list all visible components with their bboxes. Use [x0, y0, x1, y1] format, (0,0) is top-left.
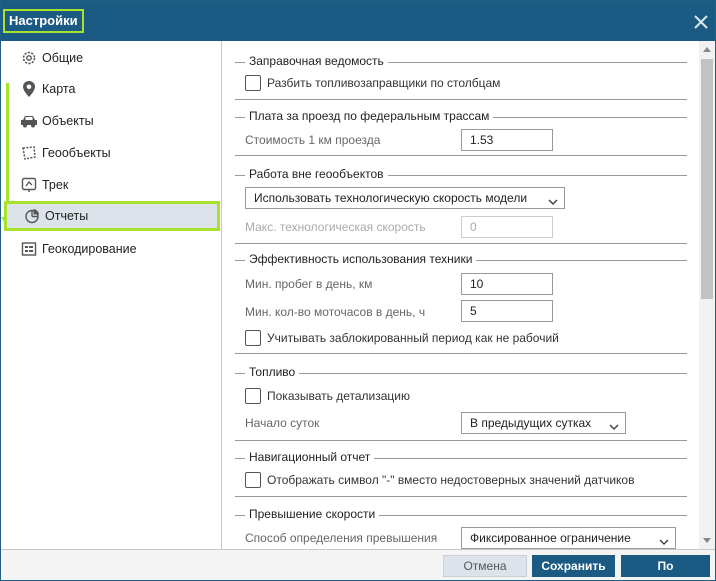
sidebar-item-geocoding[interactable]: Геокодирование	[4, 234, 220, 264]
sidebar-item-label: Трек	[42, 178, 69, 192]
toll-cost-input[interactable]: 1.53	[461, 129, 553, 151]
sidebar-item-label: Карта	[42, 82, 76, 96]
sidebar-item-label: Объекты	[42, 114, 94, 128]
section-efficiency: Эффективность использования техники Мин.…	[235, 252, 687, 354]
section-refuel: Заправочная ведомость Разбить топливозап…	[235, 54, 687, 100]
speeding-method-label: Способ определения превышения	[245, 531, 438, 545]
sidebar-item-label: Геокодирование	[42, 242, 137, 256]
scroll-up-icon[interactable]	[703, 47, 711, 52]
map-pin-icon	[20, 80, 38, 98]
default-button[interactable]: По умолчанию	[621, 555, 710, 581]
cancel-button[interactable]: Отмена	[443, 555, 527, 577]
speeding-method-select[interactable]: Фиксированное ограничение	[461, 527, 676, 549]
gear-icon	[20, 49, 38, 67]
scrollbar-thumb[interactable]	[701, 59, 713, 299]
sidebar-item-reports[interactable]: Отчеты	[4, 201, 220, 231]
settings-window: Настройки Общие Карта Объекты Геообъекты…	[0, 0, 716, 581]
select-value: Использовать технологическую скорость мо…	[254, 191, 528, 205]
close-icon[interactable]	[693, 14, 709, 30]
sidebar-item-general[interactable]: Общие	[4, 43, 220, 73]
section-title: Заправочная ведомость	[245, 54, 388, 68]
vertical-scrollbar[interactable]	[699, 41, 715, 549]
scroll-down-icon[interactable]	[703, 538, 711, 543]
select-value: В предыдущих сутках	[470, 416, 592, 430]
checkbox-label: Показывать детализацию	[267, 389, 410, 403]
split-refuelers-checkbox[interactable]: Разбить топливозаправщики по столбцам	[245, 75, 500, 91]
chevron-down-icon	[548, 193, 558, 213]
select-value: Фиксированное ограничение	[470, 531, 631, 545]
sidebar-item-objects[interactable]: Объекты	[4, 106, 220, 136]
geofence-icon	[20, 144, 38, 162]
section-title: Эффективность использования техники	[245, 252, 477, 266]
min-hours-input[interactable]: 5	[461, 300, 553, 322]
checkbox[interactable]	[245, 388, 261, 404]
section-fuel: Топливо Показывать детализацию Начало су…	[235, 365, 687, 441]
checkbox-label: Отображать символ "-" вместо недостоверн…	[267, 473, 635, 487]
checkbox[interactable]	[245, 330, 261, 346]
section-nav-report: Навигационный отчет Отображать символ "-…	[235, 450, 687, 497]
speed-mode-select[interactable]: Использовать технологическую скорость мо…	[245, 187, 565, 209]
min-mileage-label: Мин. пробег в день, км	[245, 277, 373, 291]
section-title: Плата за проезд по федеральным трассам	[245, 109, 494, 123]
show-detail-checkbox[interactable]: Показывать детализацию	[245, 388, 410, 404]
sidebar-item-label: Отчеты	[45, 209, 89, 223]
chevron-down-icon	[659, 533, 669, 549]
window-title: Настройки	[3, 9, 84, 33]
sidebar-item-geoobjects[interactable]: Геообъекты	[4, 138, 220, 168]
invalid-symbol-checkbox[interactable]: Отображать символ "-" вместо недостоверн…	[245, 472, 634, 488]
section-speeding: Превышение скорости Способ определения п…	[235, 507, 687, 549]
chevron-down-icon	[609, 418, 619, 438]
car-icon	[20, 112, 38, 130]
checkbox[interactable]	[245, 75, 261, 91]
save-button[interactable]: Сохранить	[532, 555, 615, 577]
min-mileage-input[interactable]: 10	[461, 273, 553, 295]
min-hours-label: Мин. кол-во моточасов в день, ч	[245, 305, 426, 319]
section-toll: Плата за проезд по федеральным трассам С…	[235, 109, 687, 156]
settings-content: Заправочная ведомость Разбить топливозап…	[223, 41, 699, 549]
pie-chart-icon	[23, 207, 41, 225]
section-title: Топливо	[245, 365, 300, 379]
day-start-select[interactable]: В предыдущих сутках	[461, 412, 626, 434]
section-title: Работа вне геообъектов	[245, 167, 388, 181]
section-title: Навигационный отчет	[245, 450, 375, 464]
track-icon	[20, 176, 38, 194]
sidebar-item-label: Геообъекты	[42, 146, 111, 160]
max-speed-label: Макс. технологическая скорость	[245, 220, 426, 234]
blocked-period-checkbox[interactable]: Учитывать заблокированный период как не …	[245, 330, 559, 346]
sidebar-item-map[interactable]: Карта	[4, 74, 220, 104]
max-speed-input[interactable]: 0	[461, 216, 553, 238]
section-title: Превышение скорости	[245, 507, 380, 521]
sidebar: Общие Карта Объекты Геообъекты Трек Отче…	[1, 41, 222, 549]
checkbox[interactable]	[245, 472, 261, 488]
sidebar-item-label: Общие	[42, 51, 84, 65]
day-start-label: Начало суток	[245, 416, 320, 430]
checkbox-label: Учитывать заблокированный период как не …	[267, 331, 559, 345]
sidebar-item-track[interactable]: Трек	[4, 170, 220, 200]
section-outside-geoobjects: Работа вне геообъектов Использовать техн…	[235, 167, 687, 244]
title-bar: Настройки	[1, 1, 715, 41]
dialog-footer: Отмена Сохранить По умолчанию	[1, 549, 715, 581]
toll-cost-label: Стоимость 1 км проезда	[245, 133, 381, 147]
checkbox-label: Разбить топливозаправщики по столбцам	[267, 76, 501, 90]
geocoding-icon	[20, 240, 38, 258]
